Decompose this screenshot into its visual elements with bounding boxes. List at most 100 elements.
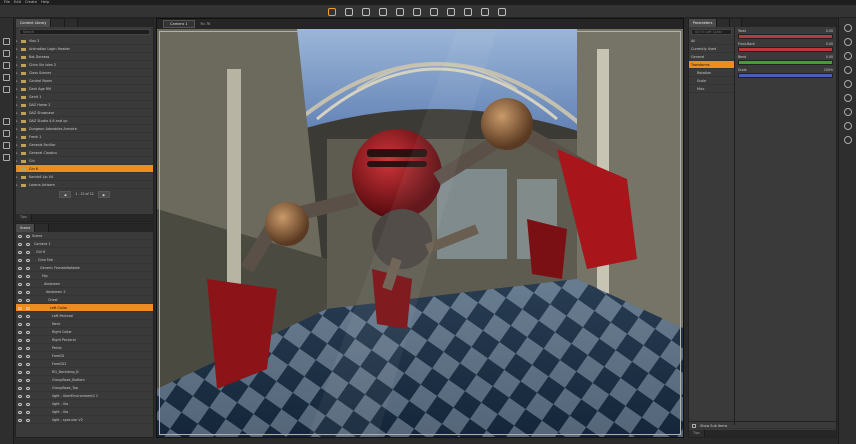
camera-icon[interactable] bbox=[464, 8, 472, 16]
list-item[interactable]: ▸ Lorana Artisam bbox=[16, 181, 153, 189]
lock-icon[interactable] bbox=[26, 338, 30, 342]
lock-icon[interactable] bbox=[26, 250, 30, 254]
camera-icon[interactable] bbox=[3, 154, 10, 161]
scene-row[interactable]: Pelvis bbox=[16, 344, 153, 352]
scene-row[interactable]: Abdomen bbox=[16, 280, 153, 288]
list-item[interactable]: ▸ DAZ Studio 4.6 and up bbox=[16, 117, 153, 125]
visibility-eye-icon[interactable] bbox=[18, 282, 22, 286]
visibility-eye-icon[interactable] bbox=[18, 322, 22, 326]
visibility-eye-icon[interactable] bbox=[18, 250, 22, 254]
viewport[interactable]: Camera 1 Rv 76 bbox=[156, 18, 684, 438]
list-item[interactable]: ▸ Chiro Vin Isles 2 bbox=[16, 61, 153, 69]
visibility-eye-icon[interactable] bbox=[18, 314, 22, 318]
visibility-eye-icon[interactable] bbox=[18, 330, 22, 334]
lock-icon[interactable] bbox=[26, 394, 30, 398]
pane-tool-icon[interactable] bbox=[844, 108, 852, 116]
scene-row[interactable]: Gina Fab bbox=[16, 256, 153, 264]
param-slider-track[interactable] bbox=[738, 34, 833, 39]
lock-icon[interactable] bbox=[26, 322, 30, 326]
content-library-search-input[interactable]: Search bbox=[19, 29, 150, 35]
visibility-eye-icon[interactable] bbox=[18, 410, 22, 414]
lock-icon[interactable] bbox=[26, 234, 30, 238]
list-item[interactable]: ▸ Animation Login Header bbox=[16, 45, 153, 53]
select-icon[interactable] bbox=[328, 8, 336, 16]
list-item[interactable]: ▸ Bot Dorsess bbox=[16, 53, 153, 61]
list-item[interactable]: ▸ Vios 3 bbox=[16, 37, 153, 45]
scene-row[interactable]: ForeGX2 bbox=[16, 360, 153, 368]
joint-icon[interactable] bbox=[430, 8, 438, 16]
list-item[interactable]: ▸ Class Scenes bbox=[16, 69, 153, 77]
pane-tool-icon[interactable] bbox=[844, 136, 852, 144]
lock-icon[interactable] bbox=[26, 362, 30, 366]
lock-icon[interactable] bbox=[26, 266, 30, 270]
visibility-eye-icon[interactable] bbox=[18, 370, 22, 374]
scene-row[interactable]: Abdomen 2 bbox=[16, 288, 153, 296]
lock-icon[interactable] bbox=[26, 258, 30, 262]
param-group-item[interactable]: All bbox=[689, 37, 734, 45]
redo-icon[interactable] bbox=[3, 118, 10, 125]
scene-row[interactable]: light - specular V2 bbox=[16, 416, 153, 424]
visibility-eye-icon[interactable] bbox=[18, 298, 22, 302]
lock-icon[interactable] bbox=[26, 370, 30, 374]
lock-icon[interactable] bbox=[26, 402, 30, 406]
visibility-eye-icon[interactable] bbox=[18, 338, 22, 342]
save-icon[interactable] bbox=[3, 62, 10, 69]
lock-icon[interactable] bbox=[26, 354, 30, 358]
lock-icon[interactable] bbox=[26, 346, 30, 350]
list-item[interactable]: ▸ Kandall Lip V4 bbox=[16, 173, 153, 181]
list-item[interactable]: ▸ Gin 6 bbox=[16, 165, 153, 173]
scene-row[interactable]: Generic FemaleNotable bbox=[16, 264, 153, 272]
visibility-eye-icon[interactable] bbox=[18, 258, 22, 262]
param-group-item[interactable]: Rotation bbox=[689, 69, 734, 77]
param-slider[interactable]: Twist 0.00 bbox=[738, 29, 833, 39]
prev-page-button[interactable]: ◀ bbox=[58, 191, 72, 198]
scene-row[interactable]: Chest bbox=[16, 296, 153, 304]
lock-icon[interactable] bbox=[26, 330, 30, 334]
visibility-eye-icon[interactable] bbox=[18, 402, 22, 406]
tab-smart-content[interactable] bbox=[51, 19, 65, 27]
scene-row[interactable]: light - Vio bbox=[16, 400, 153, 408]
pane-tool-icon[interactable] bbox=[844, 38, 852, 46]
param-slider[interactable]: Bend 0.00 bbox=[738, 55, 833, 65]
list-item[interactable]: ▸ DAZ Showcase bbox=[16, 109, 153, 117]
scene-row[interactable]: light - Vio bbox=[16, 408, 153, 416]
lock-icon[interactable] bbox=[26, 378, 30, 382]
translate-icon[interactable] bbox=[362, 8, 370, 16]
visibility-eye-icon[interactable] bbox=[18, 386, 22, 390]
list-item[interactable]: ▸ DAZ Horse 2 bbox=[16, 101, 153, 109]
open-icon[interactable] bbox=[3, 50, 10, 57]
scene-row[interactable]: GroupBase_Bottom bbox=[16, 376, 153, 384]
node-icon[interactable] bbox=[413, 8, 421, 16]
list-item[interactable]: ▸ Dungeon Adorables Armoire bbox=[16, 125, 153, 133]
pane-tool-icon[interactable] bbox=[844, 66, 852, 74]
pose-icon[interactable] bbox=[396, 8, 404, 16]
visibility-eye-icon[interactable] bbox=[18, 362, 22, 366]
lock-icon[interactable] bbox=[26, 418, 30, 422]
tab-scene[interactable]: Scene bbox=[16, 224, 36, 232]
visibility-eye-icon[interactable] bbox=[18, 266, 22, 270]
param-group-item[interactable]: Misc bbox=[689, 85, 734, 93]
visibility-eye-icon[interactable] bbox=[18, 290, 22, 294]
param-slider-track[interactable] bbox=[738, 60, 833, 65]
visibility-eye-icon[interactable] bbox=[18, 234, 22, 238]
scene-row[interactable]: RG_Backdrop_B bbox=[16, 368, 153, 376]
params-tips-tab[interactable]: Tips bbox=[689, 430, 705, 437]
geometry-icon[interactable] bbox=[447, 8, 455, 16]
pane-tool-icon[interactable] bbox=[844, 80, 852, 88]
scale-icon[interactable] bbox=[379, 8, 387, 16]
param-group-item[interactable]: General bbox=[689, 53, 734, 61]
scene-row[interactable]: ForeGX bbox=[16, 352, 153, 360]
lock-icon[interactable] bbox=[26, 290, 30, 294]
visibility-eye-icon[interactable] bbox=[18, 394, 22, 398]
scene-row[interactable]: Girl 6 bbox=[16, 248, 153, 256]
pane-tool-icon[interactable] bbox=[844, 94, 852, 102]
param-group-item[interactable]: Transforms bbox=[689, 61, 734, 69]
merge-icon[interactable] bbox=[3, 74, 10, 81]
list-item[interactable]: ▸ Control Room bbox=[16, 77, 153, 85]
lock-icon[interactable] bbox=[26, 386, 30, 390]
param-slider-track[interactable] bbox=[738, 47, 833, 52]
scene-row[interactable]: Scene bbox=[16, 232, 153, 240]
render-icon[interactable] bbox=[481, 8, 489, 16]
rotate-icon[interactable] bbox=[345, 8, 353, 16]
tab-scene-other[interactable] bbox=[35, 224, 49, 232]
